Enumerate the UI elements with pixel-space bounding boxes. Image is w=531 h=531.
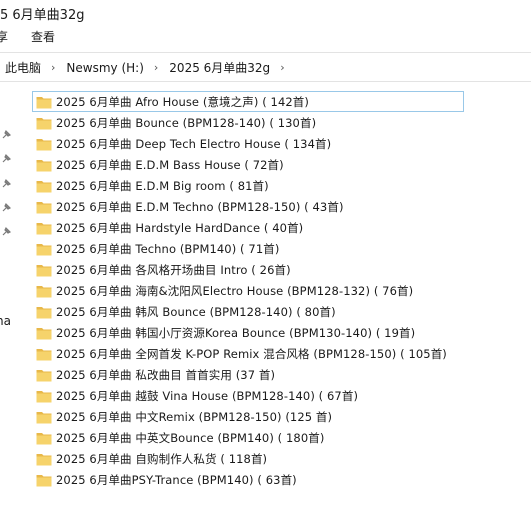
pin-icon[interactable]	[0, 129, 12, 141]
file-name: 2025 6月单曲 私改曲目 首首实用 (37 首)	[56, 367, 276, 382]
folder-icon	[36, 389, 52, 403]
folder-icon	[36, 473, 52, 487]
address-bar[interactable]: 此电脑 › Newsmy (H:) › 2025 6月单曲32g ›	[0, 52, 531, 82]
folder-icon	[36, 116, 52, 130]
title-bar: 5 6月单曲32g	[0, 0, 531, 23]
nav-item-label[interactable]: na	[0, 314, 11, 328]
file-row[interactable]: 2025 6月单曲 Techno (BPM140) ( 71首)	[32, 238, 472, 259]
file-row[interactable]: 2025 6月单曲 E.D.M Big room ( 81首)	[32, 175, 472, 196]
file-row[interactable]: 2025 6月单曲 海南&沈阳风Electro House (BPM128-13…	[32, 280, 472, 301]
folder-icon	[36, 347, 52, 361]
folder-icon	[36, 452, 52, 466]
pin-icon[interactable]	[0, 153, 12, 165]
pin-icon[interactable]	[0, 178, 12, 190]
file-name: 2025 6月单曲 Afro House (意境之声) ( 142首)	[56, 94, 309, 109]
file-row[interactable]: 2025 6月单曲 越鼓 Vina House (BPM128-140) ( 6…	[32, 385, 472, 406]
file-row[interactable]: 2025 6月单曲PSY-Trance (BPM140) ( 63首)	[32, 469, 472, 490]
breadcrumb: 此电脑 › Newsmy (H:) › 2025 6月单曲32g ›	[4, 59, 295, 76]
file-name: 2025 6月单曲 中英文Bounce (BPM140) ( 180首)	[56, 430, 325, 445]
file-explorer-window: 5 6月单曲32g 享 查看 此电脑 › Newsmy (H:) › 2025 …	[0, 0, 531, 531]
file-name: 2025 6月单曲 越鼓 Vina House (BPM128-140) ( 6…	[56, 388, 359, 403]
folder-icon	[36, 410, 52, 424]
folder-icon	[36, 368, 52, 382]
folder-icon	[36, 200, 52, 214]
file-name: 2025 6月单曲 Techno (BPM140) ( 71首)	[56, 241, 280, 256]
file-row[interactable]: 2025 6月单曲 全网首发 K-POP Remix 混合风格 (BPM128-…	[32, 343, 472, 364]
file-row[interactable]: 2025 6月单曲 Deep Tech Electro House ( 134首…	[32, 133, 472, 154]
file-name: 2025 6月单曲 韩国小厅资源Korea Bounce (BPM130-140…	[56, 325, 416, 340]
file-row[interactable]: 2025 6月单曲 Bounce (BPM128-140) ( 130首)	[32, 112, 472, 133]
file-row[interactable]: 2025 6月单曲 各风格开场曲目 Intro ( 26首)	[32, 259, 472, 280]
folder-icon	[36, 242, 52, 256]
pin-icon[interactable]	[0, 202, 12, 214]
chevron-right-icon[interactable]: ›	[154, 61, 158, 74]
folder-icon	[36, 137, 52, 151]
file-row[interactable]: 2025 6月单曲 中文Remix (BPM128-150) (125 首)	[32, 406, 472, 427]
file-name: 2025 6月单曲 Bounce (BPM128-140) ( 130首)	[56, 115, 317, 130]
file-row[interactable]: 2025 6月单曲 Hardstyle HardDance ( 40首)	[32, 217, 472, 238]
file-name: 2025 6月单曲 Hardstyle HardDance ( 40首)	[56, 220, 304, 235]
file-name: 2025 6月单曲 海南&沈阳风Electro House (BPM128-13…	[56, 283, 414, 298]
chevron-right-icon[interactable]: ›	[51, 61, 55, 74]
tab-share[interactable]: 享	[0, 28, 8, 45]
crumb-current-folder[interactable]: 2025 6月单曲32g	[168, 59, 271, 76]
chevron-right-icon[interactable]: ›	[280, 61, 284, 74]
file-name: 2025 6月单曲 E.D.M Techno (BPM128-150) ( 43…	[56, 199, 344, 214]
file-row[interactable]: 2025 6月单曲 自购制作人私货 ( 118首)	[32, 448, 472, 469]
folder-icon	[36, 95, 52, 109]
file-row[interactable]: 2025 6月单曲 私改曲目 首首实用 (37 首)	[32, 364, 472, 385]
file-name: 2025 6月单曲 E.D.M Big room ( 81首)	[56, 178, 269, 193]
file-name: 2025 6月单曲 E.D.M Bass House ( 72首)	[56, 157, 284, 172]
folder-icon	[36, 305, 52, 319]
file-row[interactable]: 2025 6月单曲 韩国小厅资源Korea Bounce (BPM130-140…	[32, 322, 472, 343]
ribbon-tabs: 享 查看	[0, 24, 531, 46]
file-row[interactable]: 2025 6月单曲 韩风 Bounce (BPM128-140) ( 80首)	[32, 301, 472, 322]
folder-icon	[36, 284, 52, 298]
file-row[interactable]: 2025 6月单曲 E.D.M Techno (BPM128-150) ( 43…	[32, 196, 472, 217]
crumb-this-pc[interactable]: 此电脑	[4, 59, 42, 76]
folder-icon	[36, 263, 52, 277]
file-name: 2025 6月单曲PSY-Trance (BPM140) ( 63首)	[56, 472, 297, 487]
file-row[interactable]: 2025 6月单曲 Afro House (意境之声) ( 142首)	[32, 91, 464, 112]
file-list: 2025 6月单曲 Afro House (意境之声) ( 142首) 2025 …	[32, 91, 472, 490]
file-name: 2025 6月单曲 中文Remix (BPM128-150) (125 首)	[56, 409, 333, 424]
crumb-drive[interactable]: Newsmy (H:)	[65, 61, 144, 75]
folder-icon	[36, 326, 52, 340]
file-row[interactable]: 2025 6月单曲 中英文Bounce (BPM140) ( 180首)	[32, 427, 472, 448]
folder-icon	[36, 158, 52, 172]
file-name: 2025 6月单曲 全网首发 K-POP Remix 混合风格 (BPM128-…	[56, 346, 447, 361]
pin-icon[interactable]	[0, 226, 12, 238]
folder-icon	[36, 431, 52, 445]
file-name: 2025 6月单曲 韩风 Bounce (BPM128-140) ( 80首)	[56, 304, 336, 319]
tab-view[interactable]: 查看	[31, 28, 55, 45]
folder-icon	[36, 221, 52, 235]
navigation-pane: na	[0, 81, 22, 531]
file-name: 2025 6月单曲 各风格开场曲目 Intro ( 26首)	[56, 262, 291, 277]
file-name: 2025 6月单曲 自购制作人私货 ( 118首)	[56, 451, 268, 466]
file-row[interactable]: 2025 6月单曲 E.D.M Bass House ( 72首)	[32, 154, 472, 175]
file-name: 2025 6月单曲 Deep Tech Electro House ( 134首…	[56, 136, 332, 151]
window-title: 5 6月单曲32g	[0, 8, 85, 23]
folder-icon	[36, 179, 52, 193]
